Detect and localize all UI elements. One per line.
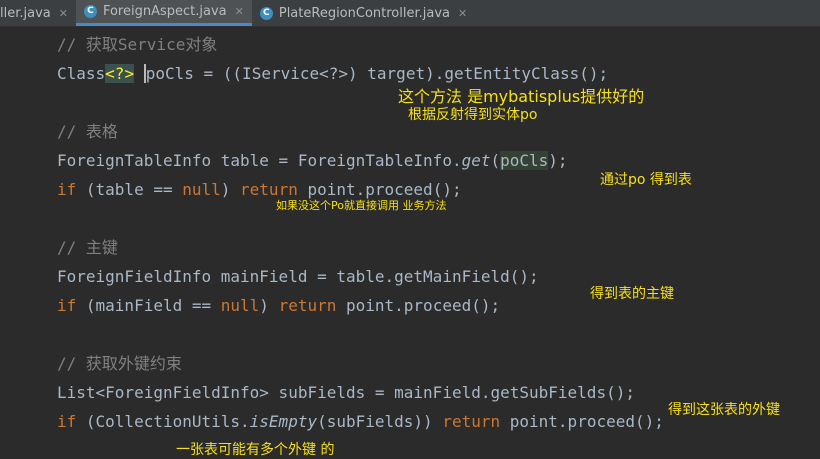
- annotation-table-from-po: 通过po 得到表: [600, 172, 692, 188]
- code-token: point.proceed();: [500, 412, 664, 431]
- tab-label: ForeignAspect.java: [102, 4, 227, 19]
- code-line-comment-foreign-key: // 获取外键约束: [57, 352, 182, 376]
- code-keyword: null: [182, 180, 221, 199]
- code-line-if-sub-fields-empty: if (CollectionUtils.isEmpty(subFields)) …: [57, 410, 664, 434]
- annotation-foreign-keys: 得到这张表的外键: [668, 402, 780, 418]
- annotation-reflection-po: 根据反射得到实体po: [408, 107, 538, 123]
- code-token-static-method: get: [461, 151, 491, 170]
- tab-label: PlateRegionController.java: [278, 5, 450, 21]
- code-token-static-method: isEmpty: [249, 412, 318, 431]
- code-token: (table ==: [76, 180, 183, 199]
- code-keyword: return: [278, 296, 337, 315]
- tab-ller-java[interactable]: ller.java ✕: [0, 0, 76, 26]
- editor-tab-bar: ller.java ✕ C ForeignAspect.java ✕ C Pla…: [0, 0, 820, 27]
- code-line-comment-primary-key: // 主键: [57, 236, 118, 260]
- code-token: (subFields)): [317, 412, 443, 431]
- code-token: ): [259, 296, 279, 315]
- annotation-primary-key: 得到表的主键: [590, 286, 674, 302]
- close-icon[interactable]: ✕: [59, 7, 68, 20]
- code-token: Class: [57, 64, 106, 83]
- code-comment: // 主键: [57, 238, 118, 257]
- annotation-no-po-call-business: 如果没这个Po就直接调用 业务方法: [276, 199, 447, 212]
- code-keyword: return: [442, 412, 501, 431]
- code-token: );: [548, 151, 568, 170]
- close-icon[interactable]: ✕: [235, 5, 244, 18]
- code-line-main-field: ForeignFieldInfo mainField = table.getMa…: [57, 265, 539, 289]
- code-line-sub-fields: List<ForeignFieldInfo> subFields = mainF…: [57, 381, 635, 405]
- code-editor[interactable]: // 获取Service对象 Class<?> poCls = ((IServi…: [0, 27, 820, 459]
- code-line-if-main-field-null: if (mainField == null) return point.proc…: [57, 294, 500, 318]
- code-keyword: if: [57, 412, 77, 431]
- code-token: (CollectionUtils.: [76, 412, 250, 431]
- code-token: ForeignFieldInfo mainField = table.getMa…: [57, 267, 539, 286]
- code-token: = ((IService<?>) target).getEntityClass(…: [193, 64, 609, 83]
- tab-foreign-aspect-java[interactable]: C ForeignAspect.java ✕: [75, 0, 252, 26]
- code-token: point.proceed();: [336, 296, 501, 315]
- code-comment: // 获取外键约束: [57, 354, 182, 373]
- code-line-comment-table: // 表格: [57, 120, 118, 144]
- code-token: (: [490, 151, 501, 170]
- code-token: List<ForeignFieldInfo> subFields = mainF…: [57, 383, 635, 402]
- code-token: ): [220, 180, 241, 199]
- code-token-variable: poCls: [500, 151, 549, 170]
- tab-label: ller.java: [0, 5, 51, 21]
- code-line-comment-service: // 获取Service对象: [57, 33, 217, 57]
- annotation-multiple-foreign-keys: 一张表可能有多个外键 的: [176, 442, 335, 458]
- code-comment: // 获取Service对象: [57, 35, 218, 54]
- code-token: ForeignTableInfo table = ForeignTableInf…: [57, 151, 462, 170]
- code-token-variable: poCls: [143, 64, 194, 83]
- code-keyword: if: [57, 296, 77, 315]
- close-icon[interactable]: ✕: [458, 7, 467, 20]
- code-keyword: null: [220, 296, 260, 315]
- code-line-table-info: ForeignTableInfo table = ForeignTableInf…: [57, 149, 568, 173]
- java-class-icon: C: [259, 6, 273, 20]
- code-comment: // 表格: [57, 122, 118, 141]
- java-class-icon: C: [83, 5, 97, 18]
- code-token: (mainField ==: [76, 296, 221, 315]
- code-keyword: if: [57, 180, 77, 199]
- tab-plate-region-controller-java[interactable]: C PlateRegionController.java ✕: [252, 0, 475, 26]
- code-token-generic: <?>: [105, 64, 135, 83]
